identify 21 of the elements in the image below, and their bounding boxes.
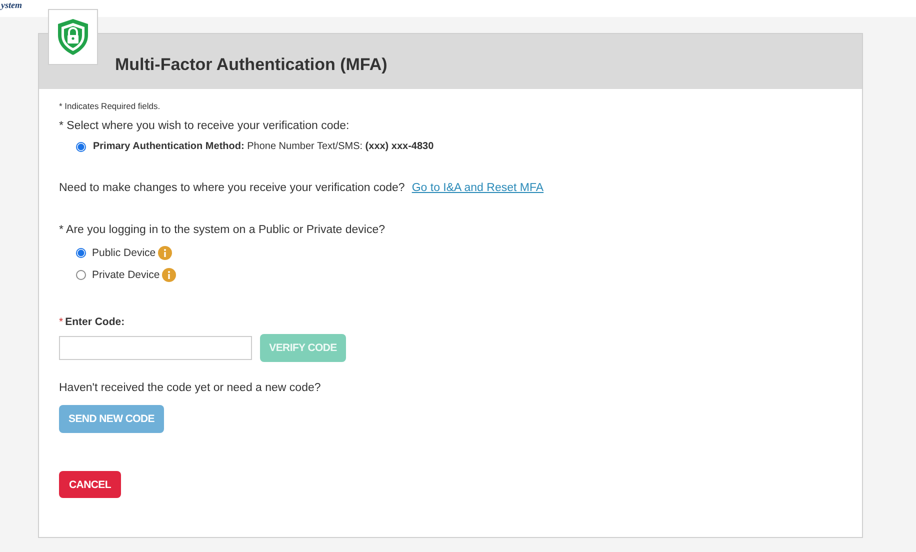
option-label: Public Device: [92, 247, 156, 259]
option-label: Primary Authentication Method: Phone Number Text/SMS: (xxx) xxx-4830: [93, 141, 434, 152]
question-text: * Select where you wish to receive your verification code:: [59, 120, 350, 132]
required-mark: *: [59, 316, 64, 328]
radio-button[interactable]: [76, 142, 86, 152]
option-label: Private Device: [92, 269, 160, 281]
code-input[interactable]: [59, 336, 252, 360]
required-note: * Indicates Required fields.: [59, 101, 162, 111]
send-new-code-button[interactable]: SEND NEW CODE: [59, 405, 164, 433]
info-icon[interactable]: [158, 246, 172, 260]
field-label: Enter Code:: [65, 316, 125, 328]
question-text: * Are you logging in to the system on a Public or Private device?: [59, 224, 386, 236]
page-title: Multi-Factor Authentication (MFA): [115, 54, 388, 74]
reset-text: Need to make changes to where you receive your verification code?: [59, 182, 405, 194]
radio-button[interactable]: [76, 270, 86, 280]
site-name: ystem: [0, 0, 22, 11]
reset-mfa-link[interactable]: Go to I&A and Reset MFA: [412, 182, 544, 194]
cancel-button[interactable]: CANCEL: [59, 471, 121, 498]
radio-button[interactable]: [76, 248, 86, 258]
info-icon[interactable]: [162, 268, 176, 282]
resend-text: Haven't received the code yet or need a new code?: [59, 382, 322, 394]
